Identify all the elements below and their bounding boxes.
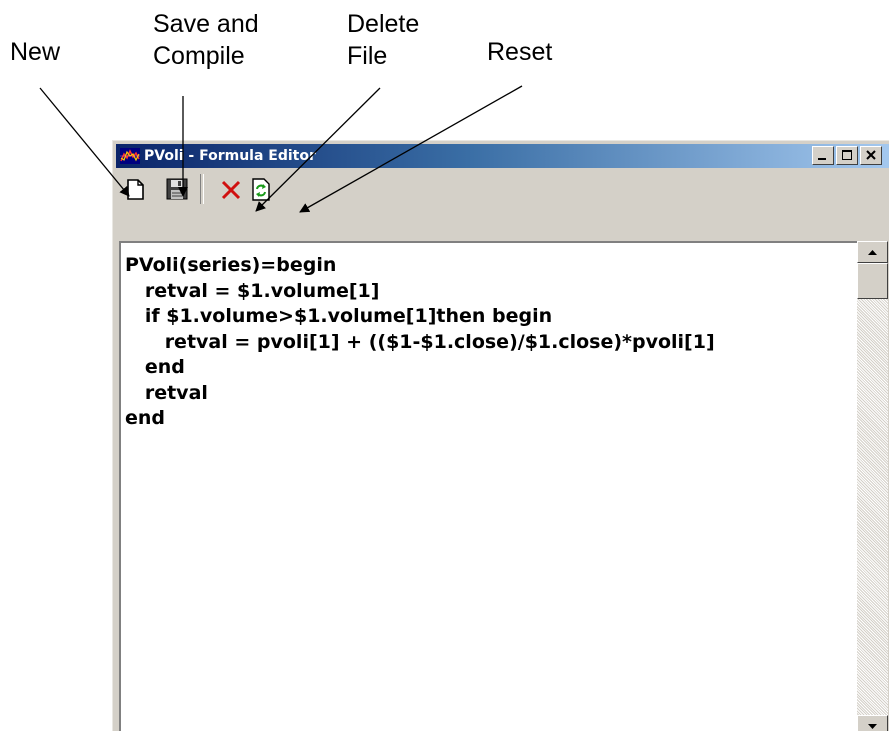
callout-arrows bbox=[39, 85, 523, 213]
arrow-delete bbox=[255, 87, 381, 212]
annotated-screenshot: New Save and Compile Delete File Reset P… bbox=[0, 0, 889, 731]
arrow-reset bbox=[299, 85, 523, 213]
arrow-new bbox=[39, 87, 130, 197]
